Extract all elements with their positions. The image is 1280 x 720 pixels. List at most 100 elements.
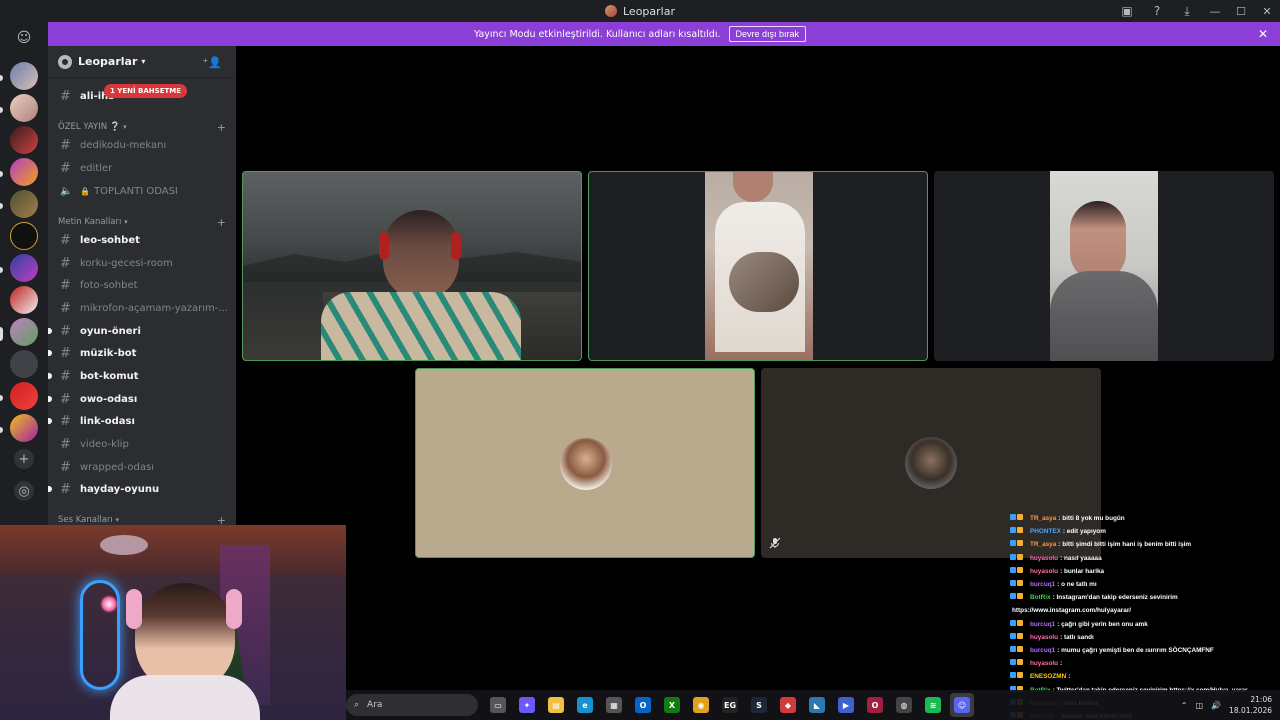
- minimize-button[interactable]: —: [1202, 0, 1228, 22]
- spotify-app[interactable]: ≋: [921, 693, 945, 717]
- channel-owo-odasi[interactable]: # owo-odası: [48, 389, 232, 409]
- voice-channel-toplanti-odasi[interactable]: 🔈 🔒 TOPLANTI ODASI: [56, 181, 232, 201]
- chat-badge-icon: [1010, 578, 1030, 591]
- unread-pill: [0, 267, 3, 273]
- channel-video-klip[interactable]: # video-klip: [56, 434, 232, 454]
- server-icon[interactable]: [10, 126, 38, 154]
- chevron-down-icon: ▾: [141, 57, 146, 66]
- server-icon[interactable]: [10, 286, 38, 314]
- help-icon[interactable]: ?: [1142, 0, 1172, 22]
- server-icon[interactable]: [10, 350, 38, 378]
- chat-text: : bitti şimdi bitti işim hani iş benim b…: [1058, 541, 1192, 549]
- chat-username: burcuq1: [1030, 647, 1056, 655]
- chat-badge-icon: [1010, 552, 1030, 565]
- new-mention-badge[interactable]: 1 YENİ BAHSETME: [104, 84, 188, 98]
- chat-text: : bitti 8 yok mu bugün: [1058, 515, 1125, 522]
- hash-icon: #: [60, 255, 71, 271]
- server-icon[interactable]: [10, 158, 38, 186]
- server-icon[interactable]: [10, 318, 38, 346]
- channel-dedikodu-mekani[interactable]: # dedikodu-mekanı: [56, 135, 232, 155]
- channel-foto-sohbet[interactable]: # foto-sohbet: [56, 275, 232, 295]
- chat-message: TR_asya: bitti şimdi bitti işim hani iş …: [1010, 538, 1280, 551]
- server-icon[interactable]: [10, 62, 38, 90]
- disable-streamer-mode-button[interactable]: Devre dışı bırak: [728, 26, 807, 42]
- epic-games-app[interactable]: EG: [718, 693, 742, 717]
- outlook-app[interactable]: O: [631, 693, 655, 717]
- edge-app[interactable]: e: [573, 693, 597, 717]
- category-metin-kanallari[interactable]: Metin Kanalları ▾ +: [58, 215, 228, 229]
- chrome-app[interactable]: ◉: [689, 693, 713, 717]
- video-tile[interactable]: [934, 171, 1274, 361]
- file-explorer-icon: ▤: [548, 697, 564, 713]
- close-icon[interactable]: ✕: [1258, 27, 1268, 41]
- hash-icon: #: [60, 391, 71, 407]
- server-icon[interactable]: [10, 190, 38, 218]
- discord-app[interactable]: ☺: [950, 693, 974, 717]
- chat-message: burcuq1: o ne tatlı mı: [1010, 578, 1280, 591]
- server-icon[interactable]: [10, 414, 38, 442]
- media-player-app[interactable]: ▶: [834, 693, 858, 717]
- chat-badge-icon: [1010, 565, 1030, 578]
- discord-icon: ☺: [954, 697, 970, 713]
- video-tile[interactable]: [588, 171, 928, 361]
- channel-editler[interactable]: # editler: [56, 158, 232, 178]
- add-member-icon[interactable]: ⁺👤: [202, 56, 222, 69]
- channel-mikrofon[interactable]: # mikrofon-açamam-yazarım-...: [56, 298, 232, 318]
- chat-username: ENESOZMN: [1030, 673, 1067, 681]
- clock[interactable]: 21:06 18.01.2026: [1229, 694, 1272, 716]
- clock-date: 18.01.2026: [1229, 706, 1272, 715]
- chat-message: huyasolu: nasıl yaaaaa: [1010, 552, 1280, 565]
- app-blue-app[interactable]: ◣: [805, 693, 829, 717]
- edge-icon: e: [577, 697, 593, 713]
- download-icon[interactable]: ⤓: [1172, 0, 1202, 22]
- search-placeholder: Ara: [367, 700, 383, 710]
- channel-oyun-oneri[interactable]: # oyun-öneri: [48, 321, 232, 341]
- server-header[interactable]: Leoparlar ▾ ⁺👤: [48, 46, 236, 78]
- chat-message: PHONTEX: edit yapıyom: [1010, 525, 1280, 538]
- add-server-icon[interactable]: +: [14, 449, 34, 469]
- user-tile[interactable]: [415, 368, 755, 558]
- server-badge-icon: [58, 54, 72, 69]
- app-gray-app[interactable]: ◍: [892, 693, 916, 717]
- microsoft-store-app[interactable]: ▦: [602, 693, 626, 717]
- server-icon[interactable]: [10, 254, 38, 282]
- task-view-app[interactable]: ▭: [486, 693, 510, 717]
- file-explorer-app[interactable]: ▤: [544, 693, 568, 717]
- unread-pill: [0, 427, 3, 433]
- explore-icon[interactable]: ◎: [14, 481, 34, 501]
- portrait-video: [705, 172, 813, 360]
- steam-icon: S: [751, 697, 767, 713]
- channel-link-odasi[interactable]: # link-odası: [48, 411, 232, 431]
- channel-bot-komut[interactable]: # bot-komut: [48, 366, 232, 386]
- chat-message: burcuq1: mumu çağrı yemişti ben de ısırı…: [1010, 644, 1280, 657]
- server-icon[interactable]: [10, 382, 38, 410]
- category-ozel-yayin[interactable]: ÖZEL YAYIN ❔ ▾ +: [58, 120, 228, 134]
- streamer-shirt: [110, 675, 260, 720]
- channel-wrapped-odasi[interactable]: # wrapped-odası: [56, 457, 232, 477]
- network-icon[interactable]: ◫: [1196, 701, 1204, 710]
- close-window-button[interactable]: ✕: [1254, 0, 1280, 22]
- anydesk-app[interactable]: ◆: [776, 693, 800, 717]
- taskbar-search[interactable]: ⌕ Ara: [346, 694, 478, 716]
- chat-text: : edit yapıyom: [1062, 528, 1106, 536]
- maximize-button[interactable]: ☐: [1228, 0, 1254, 22]
- channel-muzik-bot[interactable]: # müzik-bot: [48, 343, 232, 363]
- server-icon[interactable]: [10, 222, 38, 250]
- chevron-up-icon[interactable]: ⌃: [1181, 701, 1188, 710]
- copilot-app[interactable]: ✦: [515, 693, 539, 717]
- channel-korku-gecesi-room[interactable]: # korku-gecesi-room: [56, 253, 232, 273]
- streamer-mode-banner: Yayıncı Modu etkinleştirildi. Kullanıcı …: [0, 22, 1280, 46]
- video-tile[interactable]: [242, 171, 582, 361]
- inbox-icon[interactable]: ▣: [1112, 0, 1142, 22]
- channel-leo-sohbet[interactable]: # leo-sohbet: [56, 230, 232, 250]
- add-channel-icon[interactable]: +: [217, 121, 226, 134]
- chat-text: : o ne tatlı mı: [1057, 581, 1097, 589]
- server-icon[interactable]: [10, 94, 38, 122]
- discord-home-icon[interactable]: ☺: [12, 30, 36, 48]
- add-channel-icon[interactable]: +: [217, 216, 226, 229]
- opera-gx-app[interactable]: O: [863, 693, 887, 717]
- steam-app[interactable]: S: [747, 693, 771, 717]
- channel-hayday-oyunu[interactable]: # hayday-oyunu: [48, 479, 232, 499]
- xbox-app[interactable]: X: [660, 693, 684, 717]
- speaker-icon[interactable]: 🔊: [1211, 701, 1221, 710]
